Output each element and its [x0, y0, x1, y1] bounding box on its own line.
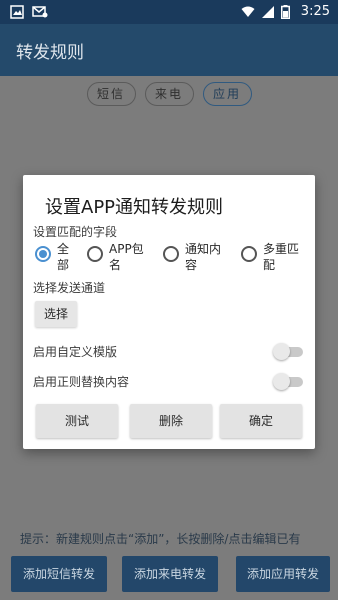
- radio-notification-content[interactable]: 通知内容: [163, 241, 225, 273]
- regex-replace-row: 启用正则替换内容: [33, 371, 305, 391]
- radio-unchecked-icon: [163, 246, 179, 262]
- signal-icon: [261, 5, 275, 19]
- regex-replace-switch[interactable]: [273, 373, 305, 390]
- dialog-title: 设置APP通知转发规则: [45, 197, 224, 218]
- choose-channel-button[interactable]: 选择: [35, 301, 77, 327]
- match-field-radio-group: 全部 APP包名 通知内容 多重匹配: [33, 241, 313, 275]
- radio-multi-match-label: 多重匹配: [263, 242, 300, 272]
- image-notification-icon: [10, 5, 24, 19]
- add-call-forward-button[interactable]: 添加来电转发: [122, 556, 218, 592]
- rule-dialog: 设置APP通知转发规则 设置匹配的字段 全部 APP包名 通知内容 多重匹配 选…: [23, 175, 315, 449]
- confirm-button[interactable]: 确定: [220, 404, 302, 438]
- delete-button[interactable]: 删除: [130, 404, 212, 438]
- custom-template-row: 启用自定义模版: [33, 341, 305, 361]
- channel-label: 选择发送通道: [33, 281, 106, 295]
- radio-all[interactable]: 全部: [35, 241, 71, 273]
- hint-text: 提示：新建规则点击“添加”，长按删除/点击编辑已有: [20, 532, 301, 546]
- radio-notification-content-label: 通知内容: [185, 242, 222, 272]
- tab-apps[interactable]: 应用: [202, 82, 252, 106]
- status-bar: 3:25: [0, 0, 338, 24]
- radio-multi-match[interactable]: 多重匹配: [241, 241, 303, 273]
- radio-app-package[interactable]: APP包名: [87, 241, 149, 273]
- radio-all-label: 全部: [57, 242, 70, 272]
- page-title: 转发规则: [16, 43, 84, 63]
- radio-unchecked-icon: [87, 246, 103, 262]
- tab-sms[interactable]: 短信: [86, 82, 136, 106]
- battery-icon: [280, 4, 295, 19]
- wifi-icon: [241, 5, 255, 19]
- status-time: 3:25: [300, 4, 330, 19]
- app-bar: 转发规则: [0, 24, 338, 76]
- match-field-label: 设置匹配的字段: [33, 225, 118, 239]
- radio-app-package-label: APP包名: [109, 242, 144, 272]
- switch-thumb: [273, 373, 290, 390]
- test-button[interactable]: 测试: [36, 404, 118, 438]
- radio-checked-icon: [35, 246, 51, 262]
- regex-replace-label: 启用正则替换内容: [33, 375, 130, 389]
- tab-bar: 短信 来电 应用: [0, 82, 338, 106]
- mail-notification-icon: [32, 5, 48, 19]
- switch-thumb: [273, 343, 290, 360]
- radio-unchecked-icon: [241, 246, 257, 262]
- add-app-forward-button[interactable]: 添加应用转发: [236, 556, 330, 592]
- bottom-button-bar: 添加短信转发 添加来电转发 添加应用转发: [0, 556, 338, 592]
- tab-calls[interactable]: 来电: [144, 82, 194, 106]
- custom-template-switch[interactable]: [273, 343, 305, 360]
- add-sms-forward-button[interactable]: 添加短信转发: [11, 556, 107, 592]
- custom-template-label: 启用自定义模版: [33, 345, 118, 359]
